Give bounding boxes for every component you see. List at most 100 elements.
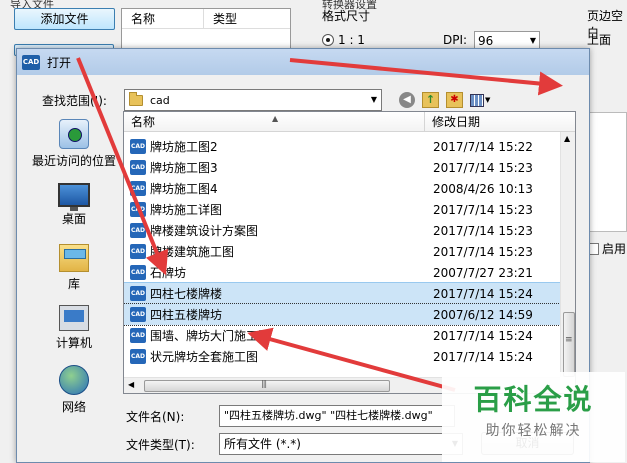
- back-arrow-icon[interactable]: ◀: [399, 92, 415, 108]
- look-in-value: cad: [150, 93, 170, 107]
- file-list[interactable]: ▲ 名称 修改日期 CAD 牌坊施工图2 2017/7/14 15:22 CAD 牌坊施…: [123, 111, 576, 394]
- view-menu-icon[interactable]: ▼: [470, 92, 492, 108]
- place-recent-label: 最近访问的位置: [31, 154, 116, 168]
- column-name-header[interactable]: ▲ 名称: [124, 112, 425, 131]
- file-name-cell: CAD 牌坊施工详图: [124, 201, 425, 218]
- file-row[interactable]: CAD 状元牌坊全套施工图 2017/7/14 15:24: [124, 346, 560, 367]
- up-folder-icon[interactable]: ↑: [422, 92, 439, 108]
- new-folder-icon[interactable]: ✱: [446, 92, 463, 108]
- file-name-cell: CAD 牌楼建筑设计方案图: [124, 222, 425, 239]
- filetype-select[interactable]: 所有文件 (*.*): [219, 433, 463, 455]
- cad-file-icon: CAD: [130, 286, 146, 301]
- watermark-sub-text: 助你轻松解决: [485, 423, 582, 439]
- file-date: 2008/4/26 10:13: [433, 181, 533, 196]
- file-name-cell: CAD 牌坊施工图3: [124, 159, 425, 176]
- file-name-cell: CAD 四柱七楼牌楼: [124, 285, 425, 302]
- apply-checkbox[interactable]: 启用: [587, 240, 626, 257]
- scroll-up-icon[interactable]: ▲: [564, 134, 570, 143]
- watermark-logo: 百科全说 助你轻松解决: [442, 372, 625, 462]
- dialog-title: 打开: [47, 55, 72, 70]
- cad-file-icon: CAD: [130, 202, 146, 217]
- folder-icon: [129, 91, 143, 106]
- place-computer-label: 计算机: [55, 336, 92, 350]
- column-name-label: 名称: [131, 115, 156, 129]
- file-date: 2007/7/27 23:21: [433, 265, 533, 280]
- look-in-row: 查找范围(I): cad ▼ ◀ ↑ ✱ ▼: [42, 89, 492, 111]
- file-row[interactable]: CAD 牌坊施工图4 2008/4/26 10:13: [124, 178, 560, 199]
- file-name-cell: CAD 牌楼建筑施工图: [124, 243, 425, 260]
- place-desktop[interactable]: 桌面: [25, 183, 123, 227]
- file-date: 2017/7/14 15:22: [433, 139, 533, 154]
- filename-label: 文件名(N):: [126, 409, 185, 424]
- file-date: 2017/7/14 15:23: [433, 223, 533, 238]
- add-file-button[interactable]: 添加文件: [14, 8, 115, 30]
- filetype-row: 文件类型(T): 所有文件 (*.*): [126, 433, 463, 455]
- filename-row: 文件名(N): "四柱五楼牌坊.dwg" "四柱七楼牌楼.dwg": [126, 405, 455, 427]
- file-row[interactable]: CAD 牌楼建筑施工图 2017/7/14 15:23: [124, 241, 560, 262]
- bg-col-name[interactable]: 名称: [122, 9, 204, 28]
- file-date: 2017/7/14 15:23: [433, 160, 533, 175]
- file-name: 牌楼建筑施工图: [150, 245, 235, 259]
- vertical-scrollbar[interactable]: ▲: [560, 132, 575, 377]
- cad-file-icon: CAD: [130, 244, 146, 259]
- ratio-radio[interactable]: 1 : 1: [322, 33, 365, 47]
- margin-preview-panel: [584, 112, 627, 232]
- desktop-icon: [58, 183, 90, 211]
- file-rows: CAD 牌坊施工图2 2017/7/14 15:22 CAD 牌坊施工图3 2017/7/…: [124, 136, 561, 367]
- file-date: 2017/7/14 15:24: [433, 328, 533, 343]
- file-name-cell: CAD 四柱五楼牌坊: [124, 306, 425, 323]
- file-row[interactable]: CAD 牌坊施工图2 2017/7/14 15:22: [124, 136, 560, 157]
- file-date: 2017/7/14 15:23: [433, 202, 533, 217]
- column-date-header[interactable]: 修改日期: [425, 112, 480, 131]
- place-network[interactable]: 网络: [25, 365, 123, 415]
- network-icon: [59, 365, 89, 395]
- cad-file-icon: CAD: [130, 160, 146, 175]
- file-row[interactable]: CAD 牌坊施工详图 2017/7/14 15:23: [124, 199, 560, 220]
- library-icon: [59, 244, 89, 272]
- dialog-titlebar[interactable]: CAD 打开: [17, 49, 589, 75]
- cad-file-icon: CAD: [130, 349, 146, 364]
- file-name-cell: CAD 牌坊施工图4: [124, 180, 425, 197]
- watermark-main-text: 百科全说: [473, 383, 594, 416]
- nav-toolbar: ◀ ↑ ✱ ▼: [399, 92, 492, 108]
- place-network-label: 网络: [61, 400, 86, 414]
- place-library[interactable]: 库: [25, 244, 123, 292]
- place-computer[interactable]: 计算机: [25, 305, 123, 351]
- cad-app-icon: CAD: [22, 54, 40, 70]
- file-name: 牌坊施工图4: [150, 182, 218, 196]
- column-date-label: 修改日期: [432, 115, 481, 129]
- file-name: 状元牌坊全套施工图: [150, 350, 259, 364]
- recent-places-icon: [59, 119, 89, 149]
- bg-col-type[interactable]: 类型: [204, 9, 237, 28]
- file-name-cell: CAD 牌坊施工图2: [124, 138, 425, 155]
- file-date: 2007/6/12 14:59: [433, 307, 533, 322]
- vertical-scroll-thumb[interactable]: [563, 312, 575, 377]
- place-desktop-label: 桌面: [61, 212, 86, 226]
- file-name: 四柱七楼牌楼: [150, 287, 223, 301]
- filename-input[interactable]: "四柱五楼牌坊.dwg" "四柱七楼牌楼.dwg": [219, 405, 455, 427]
- file-row[interactable]: CAD 四柱五楼牌坊 2007/6/12 14:59: [124, 303, 561, 326]
- scroll-left-icon[interactable]: ◀: [128, 380, 134, 389]
- file-row[interactable]: CAD 牌楼建筑设计方案图 2017/7/14 15:23: [124, 220, 560, 241]
- place-recent[interactable]: 最近访问的位置: [25, 119, 123, 169]
- cad-file-icon: CAD: [130, 307, 146, 322]
- file-name: 牌坊施工图3: [150, 161, 218, 175]
- filetype-label: 文件类型(T):: [126, 437, 195, 452]
- format-size-label: 格式尺寸: [322, 9, 371, 23]
- chevron-down-icon[interactable]: ▼: [371, 90, 377, 110]
- file-row[interactable]: CAD 围墙、牌坊大门施工图 2017/7/14 15:24: [124, 325, 560, 346]
- file-row[interactable]: CAD 牌坊施工图3 2017/7/14 15:23: [124, 157, 560, 178]
- file-name: 牌坊施工图2: [150, 140, 218, 154]
- file-date: 2017/7/14 15:24: [433, 286, 533, 301]
- file-name: 四柱五楼牌坊: [150, 308, 223, 322]
- place-library-label: 库: [67, 277, 80, 291]
- file-name: 牌坊施工详图: [150, 203, 223, 217]
- look-in-combo[interactable]: cad ▼: [124, 89, 382, 111]
- cad-file-icon: CAD: [130, 328, 146, 343]
- sort-up-icon: ▲: [272, 114, 279, 123]
- file-row[interactable]: CAD 石牌坊 2007/7/27 23:21: [124, 262, 560, 283]
- horizontal-scroll-thumb[interactable]: [144, 379, 390, 392]
- file-date: 2017/7/14 15:23: [433, 244, 533, 259]
- cad-file-icon: CAD: [130, 265, 146, 280]
- file-row[interactable]: CAD 四柱七楼牌楼 2017/7/14 15:24: [124, 282, 561, 305]
